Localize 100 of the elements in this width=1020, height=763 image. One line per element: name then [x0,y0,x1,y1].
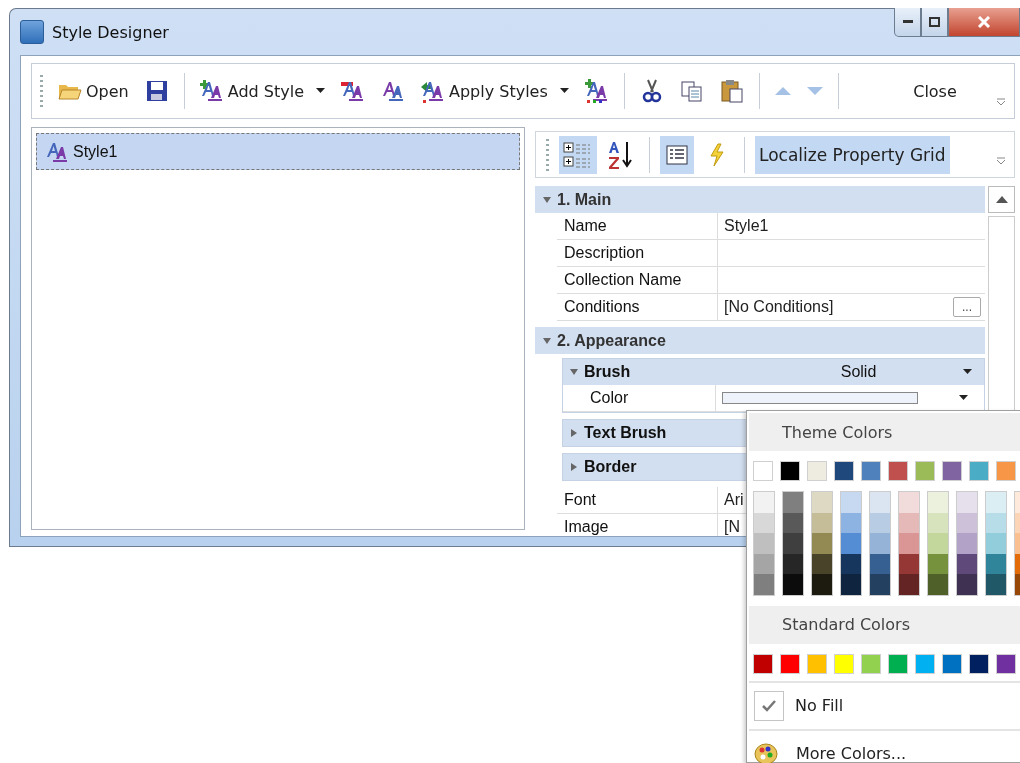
color-swatch[interactable] [754,492,774,513]
minimize-button[interactable] [894,8,921,37]
category-header[interactable]: 2. Appearance [535,327,985,354]
color-swatch[interactable] [841,553,861,574]
color-swatch[interactable] [841,574,861,595]
app-icon [20,20,44,44]
categorized-button[interactable] [559,135,597,174]
category-label: 1. Main [557,190,612,209]
color-swatch[interactable] [888,461,908,481]
section-header: Standard Colors [749,605,1020,644]
color-swatch[interactable] [942,461,962,481]
property-name: Collection Name [557,267,718,293]
dropdown-icon[interactable] [963,369,972,375]
color-swatch[interactable] [783,574,803,595]
color-swatch[interactable] [928,533,948,554]
apply-styles-button[interactable]: Apply Styles [416,73,574,109]
no-fill-item[interactable]: No Fill [749,687,1020,724]
color-swatch[interactable] [807,461,827,481]
up-arrow-icon [774,87,791,95]
color-swatch[interactable] [754,533,774,554]
color-swatch[interactable] [754,574,774,595]
color-swatch[interactable] [870,553,890,574]
overflow-icon[interactable] [996,157,1006,165]
color-swatch[interactable] [996,461,1016,481]
color-swatch[interactable] [753,653,773,674]
color-swatch[interactable] [899,492,919,513]
localize-button[interactable]: Localize Property Grid [755,135,950,174]
property-name: Image [557,514,718,536]
color-swatch[interactable] [915,461,935,481]
color-swatch[interactable] [928,574,948,595]
color-swatch[interactable] [780,461,800,481]
dropdown-icon[interactable] [959,395,968,401]
color-swatch[interactable] [812,512,832,533]
color-swatch[interactable] [783,492,803,513]
color-swatch[interactable] [928,492,948,513]
color-swatch[interactable] [753,461,773,481]
open-button[interactable]: Open [53,73,134,109]
color-swatch[interactable] [812,553,832,574]
color-swatch[interactable] [861,461,881,481]
expand-icon[interactable] [542,335,552,346]
color-swatch[interactable] [834,653,854,674]
expand-icon[interactable] [569,367,579,377]
color-swatch[interactable] [861,653,881,674]
color-swatch[interactable] [942,653,962,674]
overflow-icon[interactable] [996,98,1006,106]
color-swatch[interactable] [754,512,774,533]
color-swatch[interactable] [957,533,977,554]
color-swatch[interactable] [807,653,827,674]
color-swatch[interactable] [899,553,919,574]
ellipsis-button[interactable]: ... [953,297,981,317]
color-swatch[interactable] [957,492,977,513]
color-swatch[interactable] [780,653,800,674]
color-swatch[interactable] [928,553,948,574]
property-value: Style1 [724,217,769,235]
color-swatch[interactable] [834,461,854,481]
color-swatch[interactable] [812,492,832,513]
maximize-button[interactable] [921,8,948,37]
color-swatch[interactable] [870,533,890,554]
color-swatch[interactable] [899,574,919,595]
expand-icon[interactable] [542,194,552,205]
color-swatch[interactable] [870,512,890,533]
color-swatch[interactable] [957,574,977,595]
category-header[interactable]: 1. Main [535,186,985,213]
close-button[interactable]: Close [880,73,990,109]
color-swatch[interactable] [783,553,803,574]
more-colors-item[interactable]: More Colors... [749,735,1020,763]
add-style-button[interactable]: Add Style [194,73,330,109]
expand-icon[interactable] [569,428,579,438]
color-swatch[interactable] [899,512,919,533]
color-swatch[interactable] [969,461,989,481]
color-swatch[interactable] [957,512,977,533]
properties-button[interactable] [660,135,694,174]
color-swatch[interactable] [986,492,1006,513]
color-swatch[interactable] [986,533,1006,554]
color-swatch[interactable] [899,533,919,554]
scroll-up-button[interactable] [988,186,1015,213]
style-item[interactable]: Style1 [36,133,520,170]
color-swatch[interactable] [986,574,1006,595]
color-swatch[interactable] [841,512,861,533]
color-swatch[interactable] [957,553,977,574]
color-swatch[interactable] [915,653,935,674]
color-swatch[interactable] [783,512,803,533]
color-swatch[interactable] [812,574,832,595]
color-swatch[interactable] [783,533,803,554]
color-swatch[interactable] [841,492,861,513]
color-swatch[interactable] [870,492,890,513]
color-swatch[interactable] [870,574,890,595]
property-value: [No Conditions] [724,298,834,316]
color-swatch[interactable] [812,533,832,554]
color-swatch[interactable] [996,653,1016,674]
style-icon [341,79,365,103]
color-swatch[interactable] [928,512,948,533]
color-swatch[interactable] [754,553,774,574]
color-swatch[interactable] [888,653,908,674]
window-close-button[interactable] [948,8,1020,37]
color-swatch[interactable] [969,653,989,674]
expand-icon[interactable] [569,462,579,472]
color-swatch[interactable] [986,553,1006,574]
color-swatch[interactable] [841,533,861,554]
color-swatch[interactable] [986,512,1006,533]
